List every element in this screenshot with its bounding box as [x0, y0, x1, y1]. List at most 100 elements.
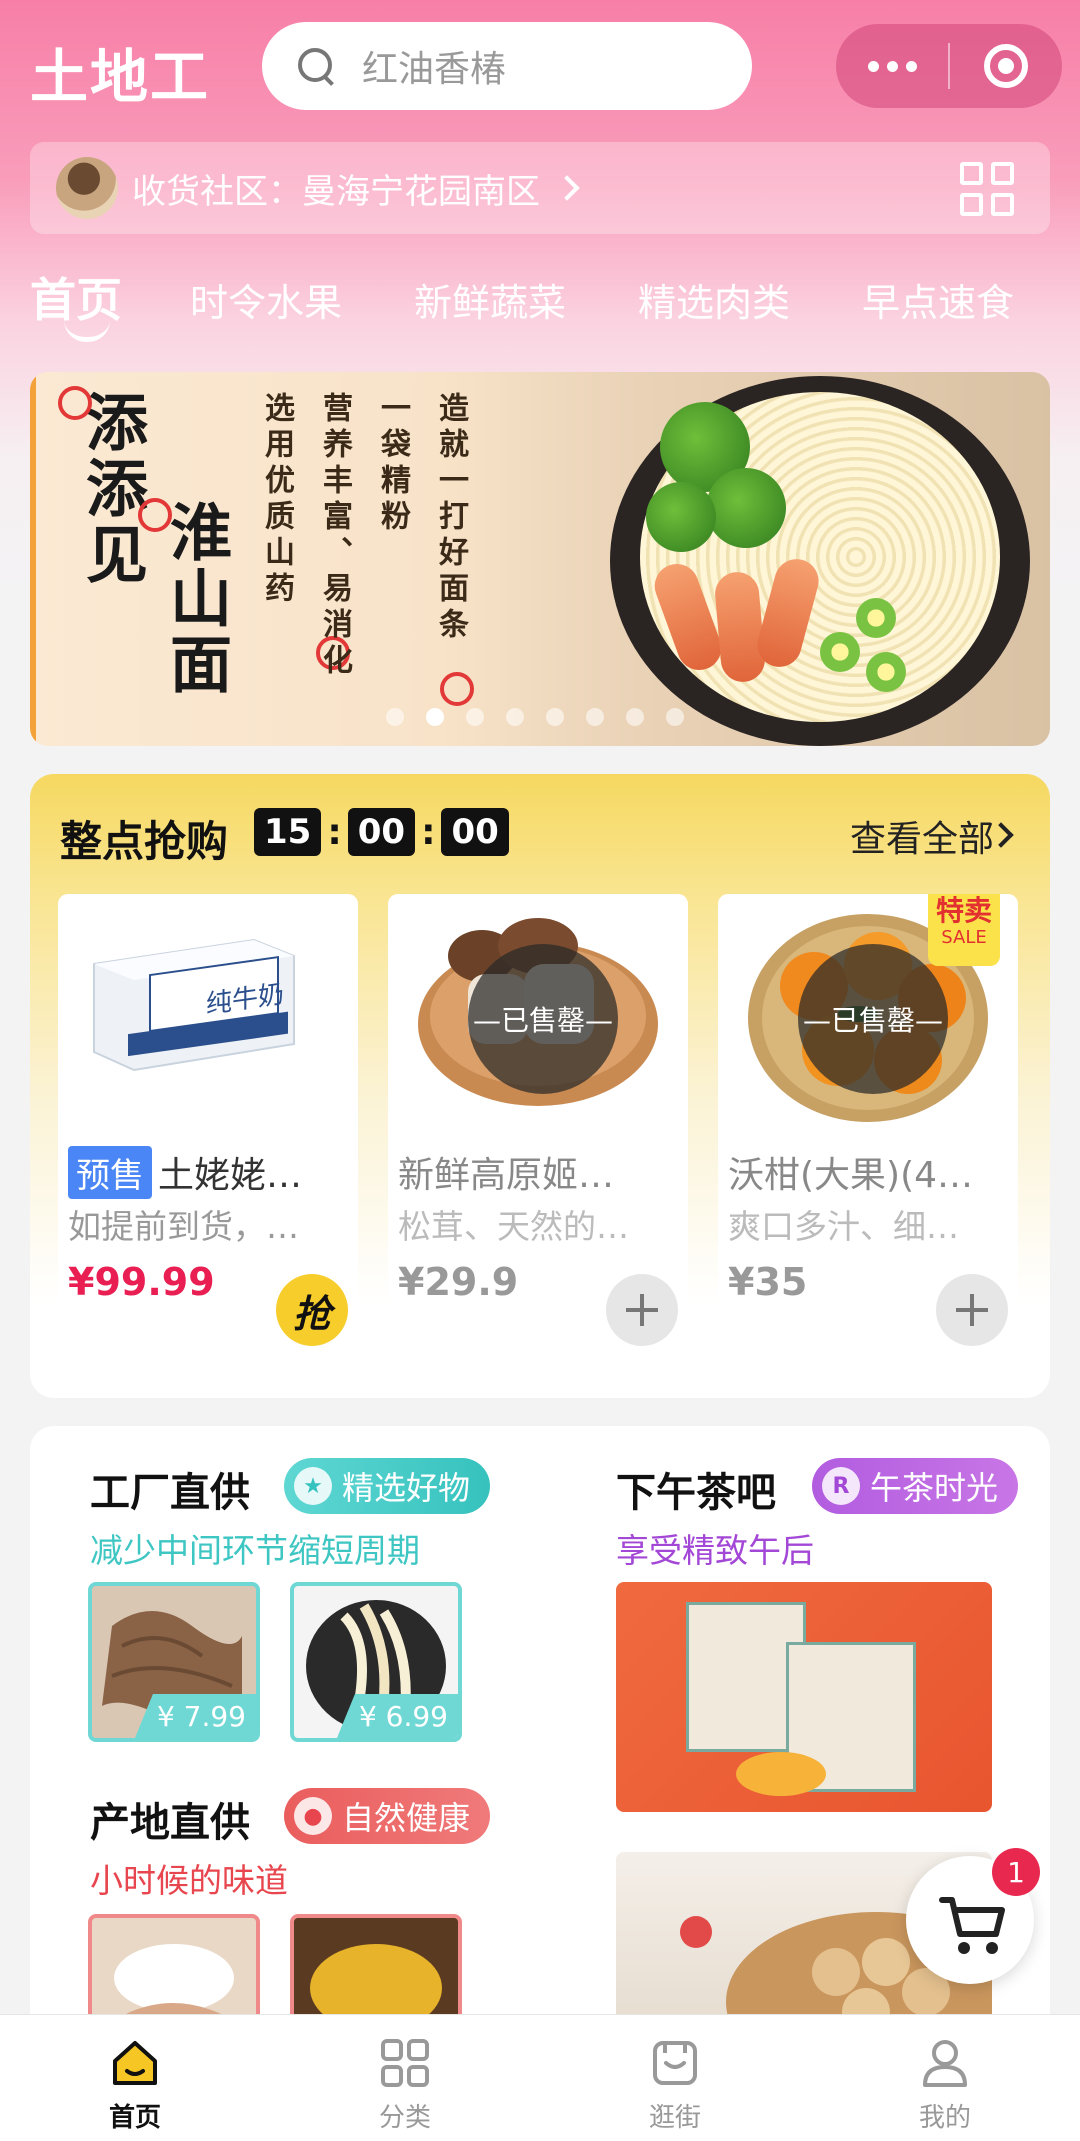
countdown-timer: 15 : 00 : 00: [254, 808, 509, 856]
presale-badge: 预售: [68, 1146, 152, 1199]
tab-fresh-vegetables[interactable]: 新鲜蔬菜: [414, 272, 566, 327]
banner-edge-strip: [30, 372, 36, 746]
mini-program-capsule: [836, 24, 1062, 108]
product-title: 预售 土姥姥…: [68, 1146, 350, 1199]
community-value: 曼海宁花园南区: [302, 171, 540, 212]
milk-box-image: 纯牛奶: [58, 894, 358, 1134]
tab-selected-meat[interactable]: 精选肉类: [638, 272, 790, 327]
thumb-price-tag: ¥ 7.99: [134, 1694, 256, 1738]
section-tag-origin[interactable]: ● 自然健康: [284, 1788, 491, 1844]
product-card-milk[interactable]: 纯牛奶 预售 土姥姥… 如提前到货，… ¥99.99 抢: [58, 894, 358, 1368]
tab-breakfast-fastfood[interactable]: 早点速食: [862, 272, 1014, 327]
nav-label: 首页: [108, 2103, 161, 2133]
add-to-cart-button[interactable]: [936, 1274, 1008, 1346]
banner-title-line1: 添添见: [75, 390, 148, 588]
search-placeholder: 红油香椿: [362, 49, 507, 90]
tag-label: 自然健康: [342, 1799, 471, 1837]
orange-basket-image: —已售罄— 特卖 SALE: [718, 894, 1018, 1134]
category-icon: [381, 2039, 429, 2087]
decorative-ring: [440, 672, 474, 706]
broccoli-image: [646, 482, 716, 552]
section-subtitle-factory: 减少中间环节缩短周期: [90, 1531, 420, 1570]
grab-button[interactable]: 抢: [276, 1274, 348, 1346]
tab-home[interactable]: 首页: [30, 264, 122, 342]
cherry-icon: ●: [294, 1797, 332, 1835]
banner-slogan-2: 一袋精粉: [375, 392, 410, 536]
r-badge-icon: R: [822, 1467, 860, 1505]
badge-sub-label: SALE: [941, 927, 987, 948]
carousel-dot[interactable]: [626, 708, 644, 726]
product-price: ¥29.9: [398, 1260, 519, 1304]
promo-banner-carousel[interactable]: 添添见 淮山面 造就一打好面条 一袋精粉 营养丰富、易消化 选用优质山药: [30, 372, 1050, 746]
product-desc: 如提前到货，…: [68, 1207, 299, 1246]
close-mini-program-icon[interactable]: [950, 24, 1062, 108]
timer-hours: 15: [254, 808, 322, 856]
timer-separator: :: [421, 811, 436, 853]
factory-product-thumb-1[interactable]: ¥ 7.99: [88, 1582, 260, 1742]
carousel-dot[interactable]: [586, 708, 604, 726]
nav-category[interactable]: 分类: [270, 2015, 540, 2141]
sold-out-overlay: —已售罄—: [468, 944, 618, 1094]
timer-seconds: 00: [441, 808, 509, 856]
nav-home[interactable]: 首页: [0, 2015, 270, 2141]
jelly-image: [736, 1752, 826, 1796]
broccoli-image: [706, 468, 786, 548]
okra-image: [866, 652, 906, 692]
section-title-tea[interactable]: 下午茶吧: [616, 1460, 776, 1518]
badge-label: 特卖: [935, 894, 992, 927]
okra-image: [856, 598, 896, 638]
product-card-mushroom[interactable]: —已售罄— 新鲜高原姬… 松茸、天然的… ¥29.9: [388, 894, 688, 1368]
shopping-bag-icon: [653, 2041, 697, 2085]
brand-logo-text: 土地工: [30, 43, 211, 111]
nav-label: 逛街: [648, 2103, 701, 2133]
tea-product-image[interactable]: [616, 1582, 992, 1812]
search-icon: [296, 46, 336, 86]
product-card-orange[interactable]: —已售罄— 特卖 SALE 沃柑(大果)(4… 爽口多汁、细… ¥35: [718, 894, 1018, 1368]
carousel-dot-active[interactable]: [426, 708, 444, 726]
view-all-link[interactable]: 查看全部: [850, 810, 994, 862]
avatar: [56, 157, 118, 219]
product-price: ¥35: [728, 1260, 808, 1304]
section-tag-tea[interactable]: R 午茶时光: [812, 1458, 1019, 1514]
carousel-dot[interactable]: [546, 708, 564, 726]
banner-slogan-1: 造就一打好面条: [433, 392, 468, 644]
carousel-dot[interactable]: [466, 708, 484, 726]
timer-minutes: 00: [347, 808, 416, 856]
delivery-community-bar[interactable]: 收货社区： 曼海宁花园南区: [30, 142, 1050, 234]
product-title: 新鲜高原姬…: [398, 1155, 615, 1196]
product-name: 土姥姥…: [158, 1155, 303, 1196]
grid-menu-icon[interactable]: [960, 162, 1014, 216]
carousel-dot[interactable]: [506, 708, 524, 726]
product-desc: 爽口多汁、细…: [728, 1207, 959, 1246]
nav-profile[interactable]: 我的: [810, 2015, 1080, 2141]
app-header: 土地工 红油香椿: [0, 0, 1080, 130]
community-label: 收货社区：: [132, 171, 302, 212]
banner-slogan-4: 选用优质山药: [259, 392, 294, 608]
section-tag-factory[interactable]: ★ 精选好物: [284, 1458, 491, 1514]
section-subtitle-tea: 享受精致午后: [616, 1531, 814, 1570]
product-desc: 松茸、天然的…: [398, 1207, 629, 1246]
cart-count-badge: 1: [992, 1848, 1040, 1896]
tag-label: 午茶时光: [870, 1469, 999, 1507]
timer-separator: :: [327, 811, 342, 853]
search-bar[interactable]: 红油香椿: [262, 22, 752, 110]
bottom-navigation: 首页 分类 逛街 我的: [0, 2014, 1080, 2141]
flash-sale-section: 整点抢购 15 : 00 : 00 查看全部 纯牛奶 预售 土姥姥… 如提前到货，…: [30, 774, 1050, 1398]
carousel-dot[interactable]: [666, 708, 684, 726]
product-title: 沃柑(大果)(4…: [728, 1155, 974, 1196]
section-title-factory[interactable]: 工厂直供: [90, 1460, 250, 1518]
nav-label: 分类: [378, 2103, 431, 2133]
tab-seasonal-fruit[interactable]: 时令水果: [190, 272, 342, 327]
nav-label: 我的: [918, 2103, 971, 2133]
okra-image: [820, 632, 860, 672]
tag-label: 精选好物: [342, 1469, 471, 1507]
carousel-dot[interactable]: [386, 708, 404, 726]
factory-product-thumb-2[interactable]: ¥ 6.99: [290, 1582, 462, 1742]
user-icon: [923, 2040, 967, 2087]
tab-home-label: 首页: [30, 273, 122, 327]
section-title-origin[interactable]: 产地直供: [90, 1790, 250, 1848]
decorative-ring: [58, 386, 92, 420]
more-options-icon[interactable]: [836, 24, 948, 108]
nav-shopping[interactable]: 逛街: [540, 2015, 810, 2141]
add-to-cart-button[interactable]: [606, 1274, 678, 1346]
